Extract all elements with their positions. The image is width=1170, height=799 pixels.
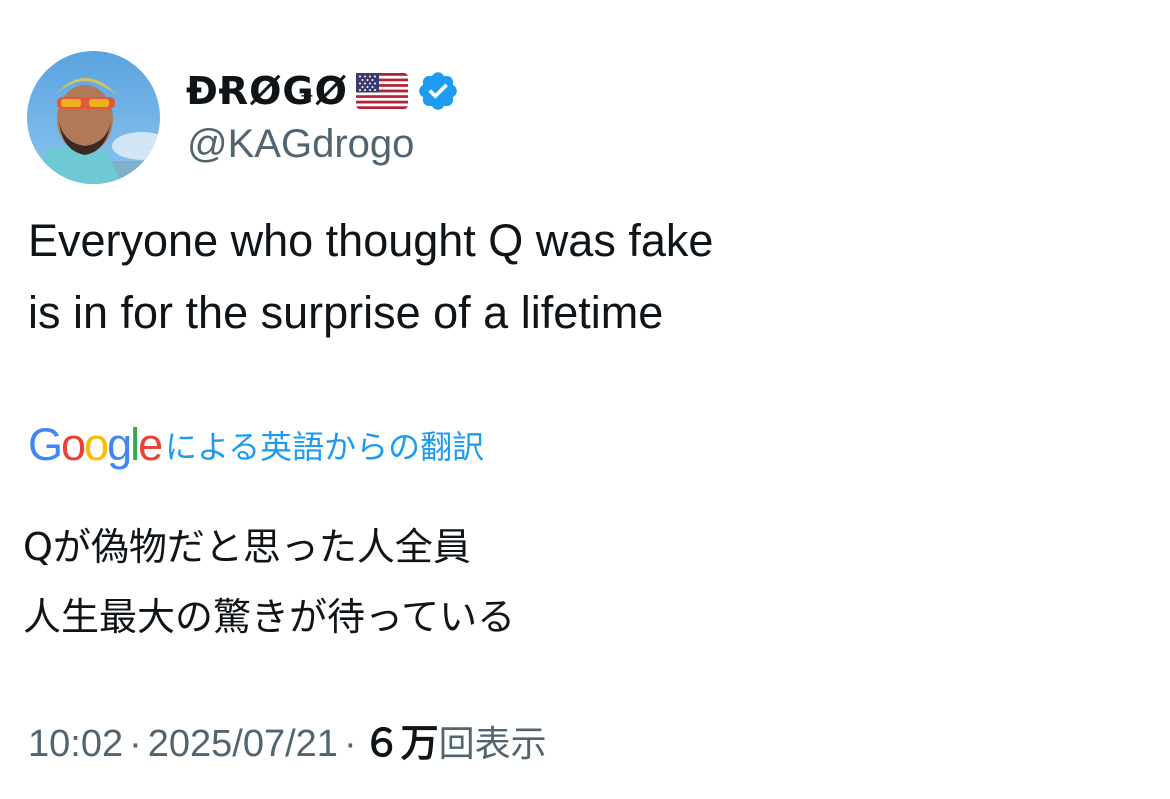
tweet-date[interactable]: 2025/07/21: [148, 723, 338, 766]
tweet-text-line: Everyone who thought Q was fake: [28, 215, 714, 266]
verified-badge-icon[interactable]: [416, 69, 460, 113]
tweet-card: ĐɌØǤØ @KAGdrogo Everyone who thought Q w…: [0, 0, 1170, 799]
translation-attribution[interactable]: Google による英語からの翻訳: [28, 420, 484, 470]
translated-text: Qが偽物だと思った人全員 人生最大の驚きが待っている: [23, 512, 1123, 652]
author-handle[interactable]: @KAGdrogo: [187, 122, 414, 167]
tweet-time[interactable]: 10:02: [28, 723, 123, 766]
google-letter: o: [84, 419, 109, 470]
tweet-text: Everyone who thought Q was fake is in fo…: [28, 205, 1128, 349]
google-letter: g: [107, 419, 132, 470]
avatar[interactable]: [27, 51, 160, 184]
translation-label: による英語からの翻訳: [165, 428, 485, 466]
google-logo: Google: [28, 419, 163, 470]
views-count[interactable]: ６万: [363, 712, 439, 767]
tweet-meta: 10:02 · 2025/07/21 · ６万 回表示: [28, 712, 547, 767]
google-letter: G: [28, 419, 63, 470]
meta-separator: ·: [129, 723, 142, 765]
tweet-text-line: is in for the surprise of a lifetime: [28, 287, 664, 338]
views-label: 回表示: [438, 724, 547, 765]
us-flag-icon: [355, 73, 408, 109]
author-name-row: ĐɌØǤØ: [186, 68, 460, 114]
meta-separator: ·: [343, 723, 357, 765]
google-letter: e: [138, 419, 163, 470]
google-letter: o: [61, 419, 86, 470]
google-letter: l: [130, 419, 140, 470]
translated-text-line: 人生最大の驚きが待っている: [23, 595, 516, 639]
translated-text-line: Qが偽物だと思った人全員: [23, 525, 471, 569]
author-display-name[interactable]: ĐɌØǤØ: [186, 69, 348, 113]
google-wordmark: Google: [28, 419, 163, 470]
